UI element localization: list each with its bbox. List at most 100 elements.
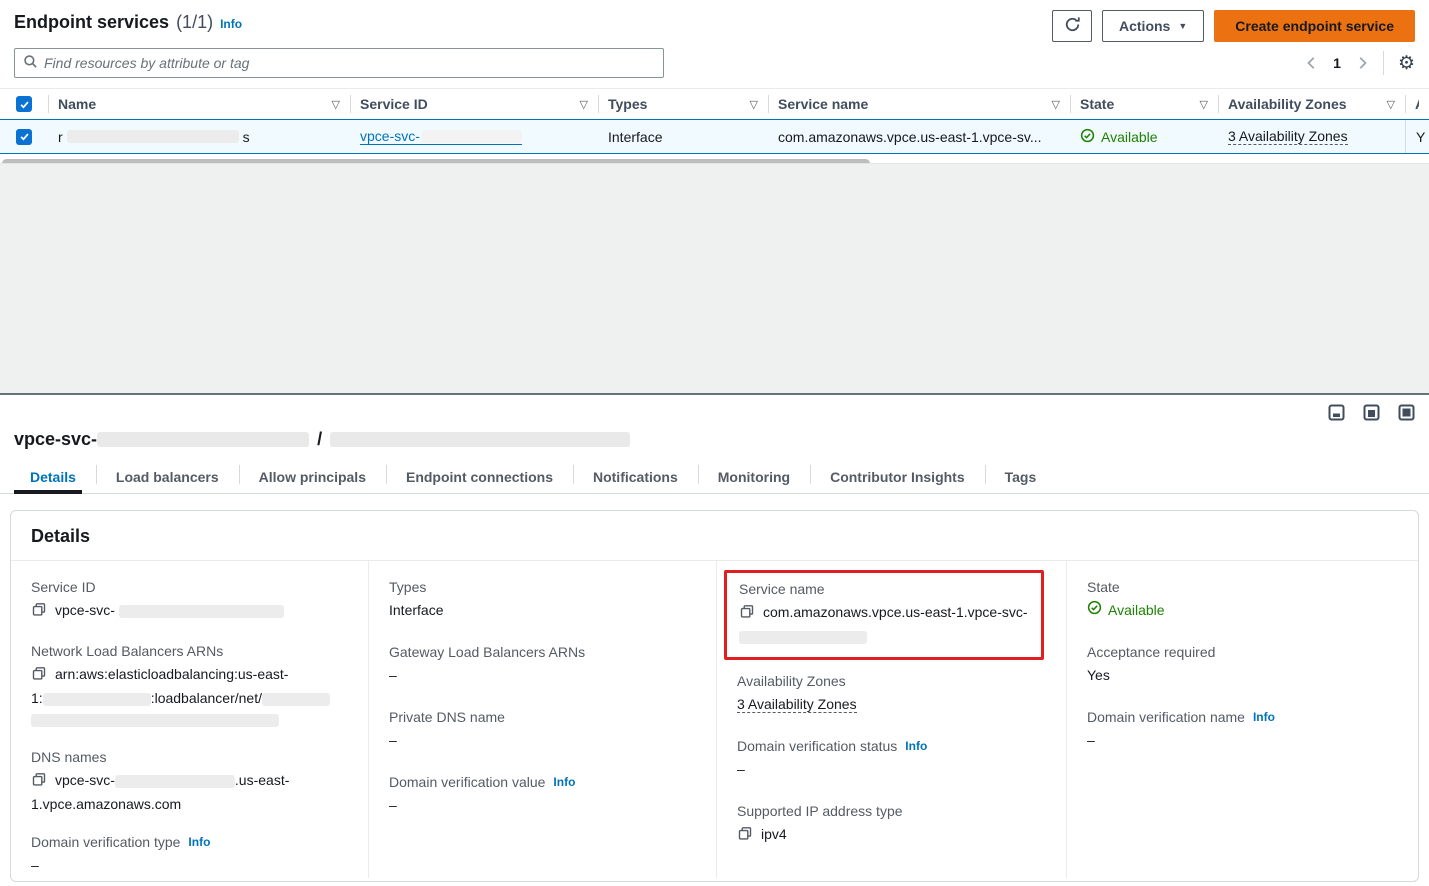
column-header-availability-zones: Availability Zones ▽ [1218, 89, 1405, 119]
title-info-link[interactable]: Info [220, 17, 242, 31]
field-types: Types Interface [389, 579, 700, 621]
copy-icon[interactable] [739, 604, 755, 626]
filter-icon[interactable]: ▽ [572, 98, 588, 111]
copy-icon[interactable] [31, 602, 47, 624]
page-title: Endpoint services [14, 12, 169, 33]
header-checkbox-cell [0, 89, 48, 119]
field-domain-verification-type: Domain verification type Info – [31, 834, 352, 876]
detail-panel: vpce-svc- / Details Load balancers Allow… [0, 395, 1429, 886]
tab-tags[interactable]: Tags [985, 460, 1057, 493]
filter-icon[interactable]: ▽ [1044, 98, 1060, 111]
cell-service-id: vpce-svc- [350, 120, 598, 153]
field-service-id: Service ID vpce-svc- [31, 579, 352, 624]
redacted-text [31, 714, 279, 727]
header-actions: Actions ▼ Create endpoint service [1052, 10, 1415, 42]
chevron-down-icon: ▼ [1178, 21, 1187, 31]
cell-types: Interface [598, 120, 768, 153]
availability-zones-popover-link[interactable]: 3 Availability Zones [1228, 128, 1348, 145]
filter-icon[interactable]: ▽ [742, 98, 758, 111]
select-all-checkbox[interactable] [16, 96, 32, 112]
tab-monitoring[interactable]: Monitoring [698, 460, 810, 493]
settings-gear-icon[interactable]: ⚙ [1398, 54, 1415, 73]
endpoint-services-table: Name ▽ Service ID ▽ Types ▽ Service name… [0, 88, 1429, 154]
details-column-1: Service ID vpce-svc- Network Load Balanc… [11, 561, 368, 878]
create-endpoint-service-button[interactable]: Create endpoint service [1214, 10, 1415, 42]
redacted-text [119, 605, 284, 618]
details-column-2: Types Interface Gateway Load Balancers A… [368, 561, 716, 878]
details-grid: Service ID vpce-svc- Network Load Balanc… [11, 561, 1418, 878]
table-row[interactable]: r s vpce-svc- Interface com.amazonaws.vp… [0, 119, 1429, 154]
pager-divider [1383, 51, 1384, 75]
tab-contributor-insights[interactable]: Contributor Insights [810, 460, 985, 493]
cell-state: Available [1070, 120, 1218, 153]
field-gwlb-arns: Gateway Load Balancers ARNs – [389, 644, 700, 686]
redacted-text [330, 432, 630, 447]
row-checkbox[interactable] [16, 129, 32, 145]
info-link[interactable]: Info [905, 739, 927, 753]
field-private-dns-name: Private DNS name – [389, 709, 700, 751]
cell-partial: Y [1405, 120, 1429, 153]
table-empty-area [0, 163, 1429, 393]
next-page-button[interactable] [1355, 56, 1369, 70]
column-header-partial: A [1405, 89, 1429, 119]
page-header: Endpoint services (1/1) Info Actions ▼ [0, 0, 1429, 46]
field-domain-verification-value: Domain verification value Info – [389, 774, 700, 816]
filter-icon[interactable]: ▽ [1379, 98, 1395, 111]
copy-icon[interactable] [737, 826, 753, 848]
tab-load-balancers[interactable]: Load balancers [96, 460, 239, 493]
field-state: State Available [1087, 579, 1402, 621]
tab-details[interactable]: Details [14, 460, 96, 493]
info-link[interactable]: Info [188, 835, 210, 849]
cell-availability-zones: 3 Availability Zones [1218, 120, 1405, 153]
copy-icon[interactable] [31, 666, 47, 688]
tab-allow-principals[interactable]: Allow principals [239, 460, 386, 493]
service-name-highlight-box: Service name com.amazonaws.vpce.us-east-… [724, 570, 1044, 660]
details-column-3: Service name com.amazonaws.vpce.us-east-… [716, 561, 1066, 878]
filter-icon[interactable]: ▽ [1192, 98, 1208, 111]
tab-bar: Details Load balancers Allow principals … [0, 460, 1429, 494]
panel-size-medium-icon[interactable] [1363, 404, 1380, 424]
check-circle-icon [1080, 128, 1095, 146]
cell-service-name: com.amazonaws.vpce.us-east-1.vpce-sv... [768, 120, 1070, 153]
redacted-text [739, 631, 867, 644]
status-badge: Available [1080, 128, 1158, 146]
field-domain-verification-name: Domain verification name Info – [1087, 709, 1402, 751]
resource-count: (1/1) [176, 12, 213, 33]
redacted-text [115, 775, 235, 788]
column-header-name: Name ▽ [48, 89, 350, 119]
toolbar-row: 1 ⚙ [0, 46, 1429, 88]
info-link[interactable]: Info [1253, 710, 1275, 724]
pagination: 1 ⚙ [1305, 51, 1415, 75]
status-badge: Available [1087, 600, 1402, 621]
endpoint-services-page: Endpoint services (1/1) Info Actions ▼ [0, 0, 1429, 886]
tab-endpoint-connections[interactable]: Endpoint connections [386, 460, 573, 493]
details-card-header: Details [11, 511, 1418, 561]
refresh-button[interactable] [1052, 10, 1092, 42]
row-checkbox-cell [0, 120, 48, 153]
column-header-service-name: Service name ▽ [768, 89, 1070, 119]
copy-icon[interactable] [31, 772, 47, 794]
prev-page-button[interactable] [1305, 56, 1319, 70]
tab-notifications[interactable]: Notifications [573, 460, 698, 493]
panel-size-large-icon[interactable] [1398, 404, 1415, 424]
panel-size-controls [1328, 404, 1415, 424]
field-nlb-arns: Network Load Balancers ARNs arn:aws:elas… [31, 643, 352, 730]
info-link[interactable]: Info [553, 775, 575, 789]
check-circle-icon [1087, 600, 1102, 621]
actions-button[interactable]: Actions ▼ [1102, 10, 1204, 42]
field-availability-zones: Availability Zones 3 Availability Zones [737, 673, 1050, 715]
service-id-link[interactable]: vpce-svc- [360, 128, 522, 145]
filter-icon[interactable]: ▽ [324, 98, 340, 111]
table-section: Endpoint services (1/1) Info Actions ▼ [0, 0, 1429, 393]
search-input[interactable] [44, 55, 655, 71]
redacted-text [97, 432, 309, 447]
search-icon [23, 54, 38, 72]
field-domain-verification-status: Domain verification status Info – [737, 738, 1050, 780]
actions-label: Actions [1119, 18, 1170, 34]
panel-size-small-icon[interactable] [1328, 404, 1345, 424]
availability-zones-popover-link[interactable]: 3 Availability Zones [737, 696, 857, 713]
search-box[interactable] [14, 48, 664, 78]
field-supported-ip-address-type: Supported IP address type ipv4 [737, 803, 1050, 848]
cell-name: r s [48, 120, 350, 153]
redacted-text [67, 130, 239, 143]
